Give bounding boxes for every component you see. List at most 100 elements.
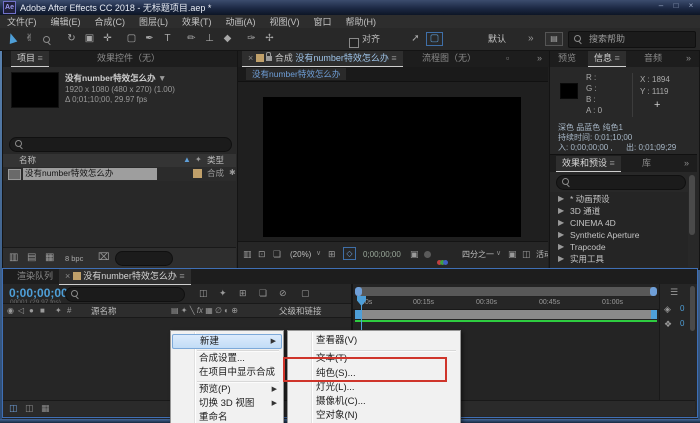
column-number[interactable]: # — [67, 306, 71, 316]
mask-toggle-icon[interactable]: ◇ — [343, 247, 356, 260]
camera-select[interactable]: 活动 — [536, 250, 548, 260]
audio-icon[interactable]: ◁ — [18, 306, 24, 316]
expand-layers-icon[interactable]: ◫ — [9, 403, 18, 414]
menu-view[interactable]: 视图(V) — [263, 15, 307, 28]
tab-project[interactable]: 项目 ≡ — [11, 51, 49, 67]
mini-flowchart-icon[interactable]: ◫ — [199, 288, 208, 299]
rotate-tool-icon[interactable]: ↻ — [64, 30, 79, 47]
pan-behind-tool-icon[interactable]: ✛ — [100, 30, 115, 47]
twirl-icon[interactable]: ▶ — [558, 218, 564, 228]
lock-icon[interactable]: ■ — [40, 306, 45, 316]
minimize-button[interactable]: – — [654, 1, 668, 10]
effects-search-input[interactable] — [556, 175, 686, 190]
tab-effect-controls[interactable]: 效果控件（无） — [91, 51, 166, 66]
panel-overflow-chevron[interactable]: » — [531, 51, 548, 66]
navigator-start-handle[interactable] — [355, 287, 362, 296]
effects-item[interactable]: CINEMA 4D — [570, 218, 616, 228]
twirl-icon[interactable]: ▶ — [558, 230, 564, 240]
menu-composition[interactable]: 合成(C) — [88, 15, 133, 28]
effects-item[interactable]: 实用工具 — [570, 254, 604, 264]
twirl-icon[interactable]: ▶ — [558, 206, 564, 216]
label-column-icon[interactable]: ✦ — [195, 155, 202, 165]
viewer-tab[interactable]: 没有number特效怎么办 — [246, 68, 346, 80]
column-type[interactable]: 类型 — [207, 155, 224, 165]
snapshot-icon[interactable]: ▣ — [410, 249, 419, 260]
tab-audio[interactable]: 音频 — [638, 51, 668, 66]
workspace-switcher[interactable]: 默认 — [488, 34, 506, 45]
magnification-icon[interactable]: ⊡ — [258, 249, 266, 260]
tab-effects-presets[interactable]: 效果和预设 ≡ — [556, 156, 621, 172]
submenu-item-light[interactable]: 灯光(L)... — [289, 381, 459, 394]
work-area-end[interactable] — [651, 310, 657, 319]
menu-item-reveal-in-project[interactable]: 在项目中显示合成 — [172, 366, 282, 379]
tab-flowchart[interactable]: 流程图（无） — [416, 51, 482, 66]
tab-composition[interactable]: × 合成 没有number特效怎么办 ≡ — [242, 51, 403, 67]
trash-icon[interactable]: ⌧ — [98, 252, 110, 264]
menu-help[interactable]: 帮助(H) — [339, 15, 384, 28]
eye-icon[interactable]: ◉ — [7, 306, 14, 316]
twirl-icon[interactable]: ▶ — [558, 254, 564, 264]
puppet-tool-icon[interactable]: ✢ — [262, 30, 277, 47]
column-name[interactable]: 名称 — [19, 155, 36, 165]
navigator-end-handle[interactable] — [650, 287, 657, 296]
label-swatch[interactable] — [193, 169, 202, 178]
zoom-tool-icon[interactable] — [40, 30, 55, 51]
effects-item[interactable]: 3D 通道 — [570, 206, 600, 216]
twirl-icon[interactable]: ▶ — [558, 242, 564, 252]
roto-brush-tool-icon[interactable]: ✑ — [244, 30, 259, 47]
effects-scrollbar[interactable] — [689, 175, 695, 235]
glasses-icon[interactable]: ❏ — [273, 249, 281, 260]
transparency-grid-icon[interactable]: ◫ — [522, 249, 531, 260]
menu-edit[interactable]: 编辑(E) — [44, 15, 88, 28]
menu-file[interactable]: 文件(F) — [0, 15, 44, 28]
timeline-scrollbar[interactable] — [690, 286, 695, 331]
mask-path-icon[interactable]: ➚ — [408, 30, 423, 47]
timeline-search-input[interactable] — [65, 287, 185, 302]
graph-lines-icon[interactable]: ☰ — [670, 287, 678, 298]
menu-item-preview[interactable]: 预览(P)▶ — [172, 383, 282, 396]
submenu-item-camera[interactable]: 摄像机(C)... — [289, 395, 459, 408]
selection-tool-icon[interactable] — [4, 30, 19, 47]
stamp-tool-icon[interactable]: ⊥ — [202, 30, 217, 47]
text-tool-icon[interactable]: T — [160, 30, 175, 47]
grid-icon[interactable]: ⊞ — [328, 249, 336, 260]
bpc-button[interactable]: 8 bpc — [65, 254, 83, 263]
project-row[interactable]: 没有number特效怎么办 合成 ✱ — [3, 167, 236, 181]
comp-timecode[interactable]: 0;00;00;00 — [363, 250, 401, 260]
graph-editor-icon[interactable]: ▢ — [301, 288, 310, 299]
new-folder-icon[interactable]: ▤ — [27, 252, 36, 264]
brush-tool-icon[interactable]: ✏ — [184, 30, 199, 47]
new-composition-icon[interactable]: ▦ — [45, 252, 54, 264]
shape-tool-icon[interactable]: ▢ — [124, 30, 139, 47]
resolution-select[interactable]: 四分之一 — [462, 250, 494, 260]
frame-blend-icon[interactable]: ❏ — [259, 288, 267, 299]
workspace-bar-icon[interactable]: ▤ — [545, 32, 563, 46]
effects-item[interactable]: * 动画预设 — [570, 194, 610, 204]
effects-item[interactable]: Synthetic Aperture — [570, 230, 639, 240]
zoom-caret-icon[interactable]: ∨ — [316, 250, 321, 258]
menu-item-new[interactable]: 新建▶ — [172, 334, 282, 349]
switches-icons[interactable]: ▤ ✦ ╲ fx ▦ ∅ ◐ ⊕ — [171, 306, 238, 316]
column-parent-link[interactable]: 父级和链接 — [279, 306, 322, 316]
resolution-caret-icon[interactable]: ∨ — [496, 250, 501, 258]
panel-overflow-chevron[interactable]: » — [680, 51, 697, 66]
snapping-icon[interactable]: ▢ — [426, 32, 443, 46]
tab-library[interactable]: 库 — [636, 156, 657, 171]
expand-transfer-icon[interactable]: ▦ — [41, 403, 50, 414]
work-area-bar[interactable] — [355, 310, 657, 319]
hide-shy-icon[interactable]: ⊞ — [239, 288, 247, 299]
motion-blur-icon[interactable]: ⊘ — [279, 288, 287, 299]
menu-window[interactable]: 窗口 — [307, 15, 339, 28]
sort-arrow-icon[interactable]: ▲ — [183, 155, 191, 165]
menu-animation[interactable]: 动画(A) — [219, 15, 263, 28]
submenu-item-null-object[interactable]: 空对象(N) — [289, 409, 459, 422]
menu-item-rename[interactable]: 重命名 — [172, 411, 282, 423]
twirl-icon[interactable]: ▶ — [558, 194, 564, 204]
effects-item[interactable]: Trapcode — [570, 242, 606, 252]
interpret-footage-icon[interactable]: ▥ — [9, 252, 18, 264]
workspace-overflow-chevron[interactable]: » — [528, 33, 534, 45]
camera-tool-icon[interactable]: ▣ — [82, 30, 97, 47]
close-button[interactable]: × — [684, 1, 698, 10]
hand-tool-icon[interactable]: ✌ — [22, 30, 37, 47]
menu-item-composition-settings[interactable]: 合成设置... — [172, 352, 282, 365]
